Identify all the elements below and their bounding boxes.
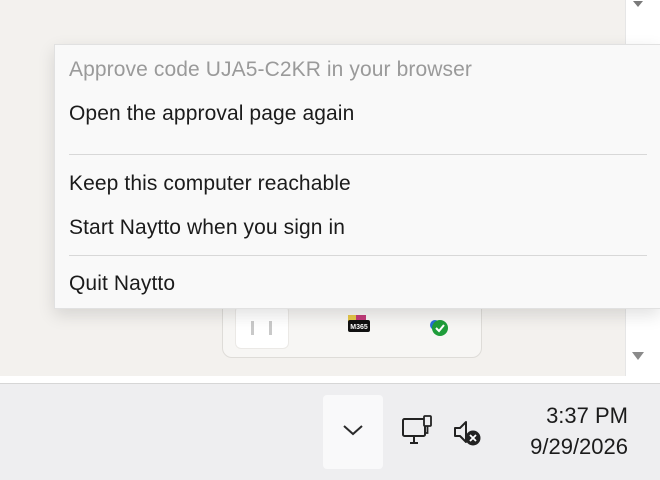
window-bottom-edge — [0, 376, 660, 384]
menu-item-start-on-sign-in[interactable]: Start Naytto when you sign in — [69, 216, 345, 240]
menu-item-open-approval-page[interactable]: Open the approval page again — [69, 102, 354, 126]
menu-separator — [69, 255, 647, 256]
sync-status-icon[interactable] — [410, 305, 464, 349]
svg-text:M365: M365 — [350, 324, 368, 331]
pinned-app-icon[interactable] — [235, 305, 289, 349]
show-hidden-icons-button[interactable] — [323, 395, 383, 469]
scroll-up-icon[interactable] — [630, 0, 646, 10]
volume-muted-icon[interactable] — [451, 416, 485, 450]
chevron-down-icon — [342, 423, 364, 442]
clock-date: 9/29/2026 — [530, 434, 628, 459]
network-icon[interactable] — [398, 412, 436, 450]
menu-item-keep-reachable[interactable]: Keep this computer reachable — [69, 172, 351, 196]
system-clock[interactable]: 3:37 PM 9/29/2026 — [506, 400, 628, 462]
menu-item-approve-code: Approve code UJA5-C2KR in your browser — [69, 58, 472, 81]
menu-item-quit[interactable]: Quit Naytto — [69, 272, 175, 296]
menu-separator — [69, 154, 647, 155]
m365-icon[interactable]: M365 — [330, 305, 384, 349]
clock-time: 3:37 PM — [546, 403, 628, 428]
scroll-down-icon[interactable] — [630, 348, 646, 364]
